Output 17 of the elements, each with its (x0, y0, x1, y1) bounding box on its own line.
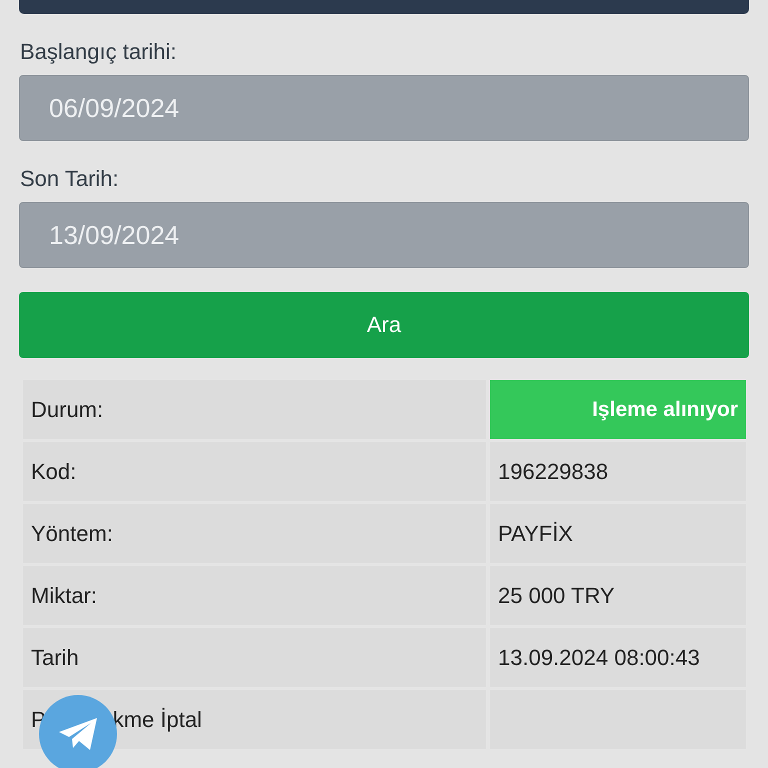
row-value: PAYFİX (490, 504, 746, 563)
paper-plane-icon (57, 716, 99, 752)
row-value: 196229838 (490, 442, 746, 501)
status-badge: Işleme alınıyor (490, 380, 746, 439)
search-button[interactable]: Ara (19, 292, 749, 358)
date-field[interactable]: 06/09/2024 (19, 75, 749, 141)
row-label: Yöntem: (23, 504, 486, 563)
field-label: Son Tarih: (20, 166, 120, 192)
row-label: Miktar: (23, 566, 486, 625)
row-label: kme İptal (112, 706, 202, 732)
row-label: Durum: (23, 380, 486, 439)
field-label: Başlangıç tarihi: (20, 39, 178, 65)
row-value: 13.09.2024 08:00:43 (490, 628, 746, 687)
row-value: 25 000 TRY (490, 566, 746, 625)
date-field[interactable]: 13/09/2024 (19, 202, 749, 268)
row-label: Kod: (23, 442, 486, 501)
row-label: Tarih (23, 628, 486, 687)
